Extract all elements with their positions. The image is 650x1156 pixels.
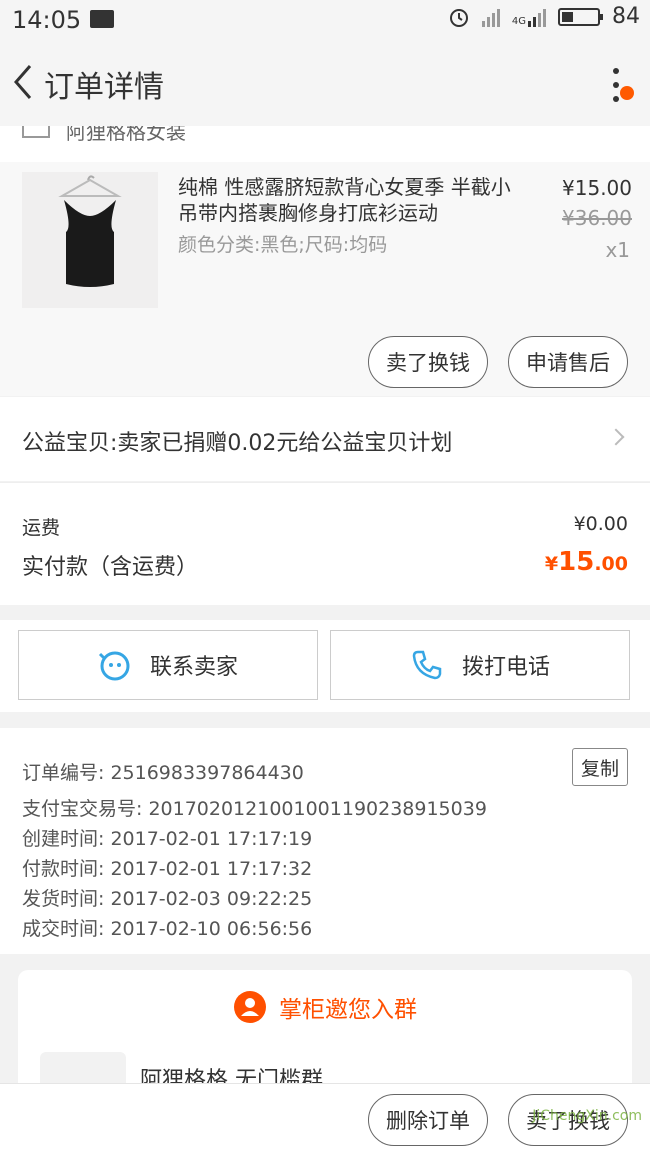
more-menu-icon[interactable] (612, 68, 620, 102)
paid-decimal: .00 (594, 553, 628, 575)
charity-text: 公益宝贝:卖家已捐赠0.02元给公益宝贝计划 (22, 431, 453, 456)
group-invite-text: 掌柜邀您入群 (279, 997, 417, 1023)
network-type: 4G (511, 15, 526, 27)
after-sale-button[interactable]: 申请售后 (508, 336, 628, 388)
paid-amount: ¥15.00 (545, 547, 628, 577)
fee-section: 运费 ¥0.00 实付款（含运费） ¥15.00 (0, 482, 650, 605)
group-icon (234, 991, 266, 1023)
order-item[interactable]: 纯棉 性感露脐短款背心女夏季 半截小吊带内搭裹胸修身打底衫运动 颜色分类:黑色;… (0, 162, 650, 396)
created-time: 创建时间: 2017-02-01 17:17:19 (22, 828, 313, 850)
paid-label: 实付款（含运费） (22, 555, 199, 580)
battery-level: 84 (612, 4, 640, 29)
call-label: 拨打电话 (461, 655, 550, 680)
shop-name: 阿狸格格女装 (66, 126, 186, 144)
completed-time: 成交时间: 2017-02-10 06:56:56 (22, 918, 313, 940)
status-bar: 14:05 4G 84 (0, 0, 650, 40)
image-notification-icon (90, 10, 114, 28)
shipping-label: 运费 (22, 517, 61, 539)
contact-section: 联系卖家 拨打电话 (0, 620, 650, 712)
product-quantity: x1 (605, 238, 630, 262)
status-time: 14:05 (12, 6, 82, 34)
notification-dot (620, 86, 634, 100)
delete-order-button[interactable]: 删除订单 (368, 1094, 488, 1146)
product-image[interactable] (22, 172, 158, 308)
contact-seller-button[interactable]: 联系卖家 (18, 630, 318, 700)
battery-icon (558, 7, 603, 26)
nav-bar: 订单详情 (0, 40, 650, 126)
signal-icon (481, 7, 500, 27)
product-original-price: ¥36.00 (562, 206, 632, 230)
contact-seller-label: 联系卖家 (149, 655, 238, 680)
alipay-trade-number: 支付宝交易号: 2017020121001001190238915039 (22, 798, 487, 820)
order-number: 订单编号: 2516983397864430 (22, 762, 304, 784)
product-price: ¥15.00 (562, 176, 632, 200)
shipped-time: 发货时间: 2017-02-03 09:22:25 (22, 888, 313, 910)
product-title[interactable]: 纯棉 性感露脐短款背心女夏季 半截小吊带内搭裹胸修身打底衫运动 (178, 174, 518, 226)
paid-integer: 15 (558, 547, 595, 577)
copy-button[interactable]: 复制 (572, 748, 628, 786)
page-title: 订单详情 (44, 70, 164, 105)
phone-icon (412, 650, 442, 680)
chevron-right-icon (607, 428, 625, 446)
paid-time: 付款时间: 2017-02-01 17:17:32 (22, 858, 313, 880)
shop-header[interactable]: 阿狸格格女装 (0, 126, 650, 162)
shipping-value: ¥0.00 (573, 513, 628, 535)
chat-icon (98, 651, 130, 681)
watermark: JiChengXin.com (532, 1108, 642, 1124)
call-button[interactable]: 拨打电话 (330, 630, 630, 700)
shop-icon (22, 126, 50, 138)
signal-4g-icon (528, 7, 546, 27)
order-info-section: 订单编号: 2516983397864430 复制 支付宝交易号: 201702… (0, 728, 650, 954)
paid-currency: ¥ (544, 553, 559, 575)
group-invite-title: 掌柜邀您入群 (18, 990, 632, 1024)
product-sku: 颜色分类:黑色;尺码:均码 (178, 234, 388, 256)
back-arrow-icon[interactable] (8, 62, 38, 102)
charity-row[interactable]: 公益宝贝:卖家已捐赠0.02元给公益宝贝计划 (0, 397, 650, 481)
sell-for-cash-button[interactable]: 卖了换钱 (368, 336, 488, 388)
alarm-icon (449, 8, 468, 27)
status-icons: 4G 84 (448, 4, 640, 29)
